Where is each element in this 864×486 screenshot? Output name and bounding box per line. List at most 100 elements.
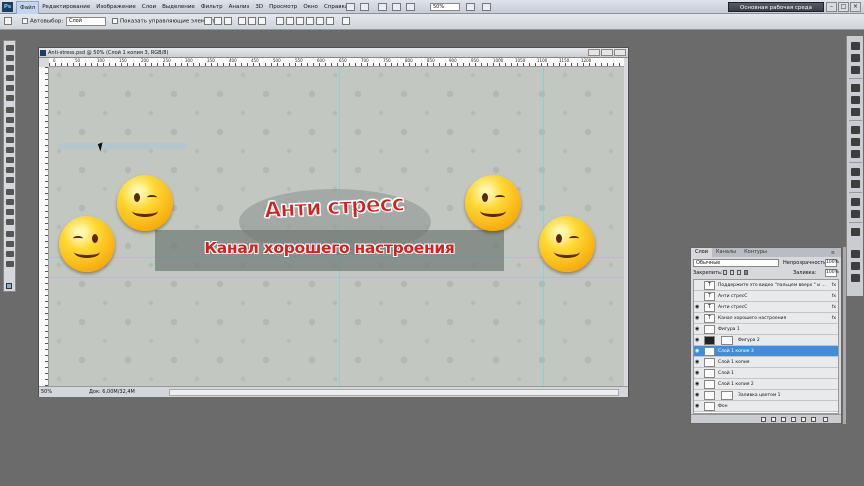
autoselect-dropdown[interactable]: Слой [66,17,106,26]
close-icon[interactable]: × [850,2,861,12]
new-group-icon[interactable] [801,417,806,422]
blur-tool-icon[interactable] [6,167,14,173]
menu-image[interactable]: Изображение [93,0,139,15]
doc-zoom[interactable]: 50% [41,387,52,398]
menu-file[interactable]: Файл [16,1,40,15]
menu-layers[interactable]: Слои [139,0,159,15]
distribute-top-icon[interactable] [276,17,284,25]
layers-scrollbar[interactable] [843,247,846,424]
guide-horizontal[interactable] [49,277,624,278]
eye-icon[interactable] [695,294,701,299]
panel-menu-icon[interactable]: ≡ [827,249,839,258]
masks-panel-icon[interactable] [851,96,860,104]
menu-select[interactable]: Выделение [159,0,198,15]
align-bottom-icon[interactable] [224,17,232,25]
eye-icon[interactable]: ◉ [695,404,701,409]
canvas[interactable]: Анти стресс Канал хорошего настроения [49,67,624,386]
rotate-view-icon[interactable] [406,3,415,11]
layer-row[interactable]: ◉ T Анти стресС fx [694,302,838,313]
blend-mode-dropdown[interactable]: Обычные [693,259,779,267]
align-left-icon[interactable] [238,17,246,25]
new-layer-icon[interactable] [811,417,816,422]
quick-select-tool-icon[interactable] [6,75,14,81]
lock-all-icon[interactable] [744,270,748,275]
distribute-bottom-icon[interactable] [296,17,304,25]
clone-stamp-icon[interactable] [6,127,14,133]
zoom-level[interactable]: 50% [430,3,460,11]
distribute-right-icon[interactable] [326,17,334,25]
menu-edit[interactable]: Редактирование [39,0,93,15]
zoom-tool-icon[interactable] [392,3,401,11]
adjustments-panel-icon[interactable] [851,84,860,92]
workspace-button[interactable]: Основная рабочая среда [728,2,824,12]
tab-paths[interactable]: Контуры [740,248,771,257]
menu-analysis[interactable]: Анализ [226,0,253,15]
layer-row[interactable]: T Поддержите это видео "пальцем вверх " и… [694,280,838,291]
screen-mode-icon[interactable] [482,3,491,11]
history-panel-icon[interactable] [851,108,860,116]
eye-icon[interactable]: ◉ [695,338,701,343]
info-panel-icon[interactable] [851,138,860,146]
shape-tool-icon[interactable] [6,219,14,225]
eye-icon[interactable]: ◉ [695,382,701,387]
menu-view[interactable]: Просмотр [266,0,300,15]
horizontal-ruler[interactable]: 0 50 100 150 200 250 300 350 400 450 500 550 600 650 7… [49,58,624,67]
layer-row[interactable]: ◉ Фон [694,401,838,412]
show-controls-checkbox[interactable] [112,18,118,24]
move-tool-icon[interactable] [6,45,14,51]
distribute-left-icon[interactable] [306,17,314,25]
layer-style-icon[interactable] [771,417,776,422]
clone-source-panel-icon[interactable] [851,210,860,218]
layer-row[interactable]: ◉ T Канал хорошего настроения fx [694,313,838,324]
layer-row[interactable]: T Анти стресС fx [694,291,838,302]
add-mask-icon[interactable] [781,417,786,422]
horizontal-scrollbar[interactable] [169,389,619,396]
fx-icon[interactable]: fx [832,291,836,302]
autoselect-checkbox[interactable] [22,18,28,24]
opacity-input[interactable]: 100% [825,259,839,267]
doc-minimize-icon[interactable] [588,49,600,56]
align-vcenter-icon[interactable] [214,17,222,25]
eyedropper-tool-icon[interactable] [6,95,14,101]
eraser-tool-icon[interactable] [6,147,14,153]
maximize-icon[interactable]: □ [838,2,849,12]
layer-row[interactable]: ◉ Слой 1 копия 3 [694,346,838,357]
hand-icon[interactable] [378,3,387,11]
minibridge-icon[interactable] [360,3,369,11]
menu-window[interactable]: Окно [300,0,321,15]
layer-row[interactable]: ◉ Фигура 1 [694,324,838,335]
doc-maximize-icon[interactable] [601,49,613,56]
bridge-icon[interactable] [346,3,355,11]
lasso-tool-icon[interactable] [6,65,14,71]
minimize-icon[interactable]: – [826,2,837,12]
menu-filter[interactable]: Фильтр [198,0,226,15]
gradient-tool-icon[interactable] [6,157,14,163]
3d-rotate-tool-icon[interactable] [6,231,14,237]
layers-panel-icon[interactable] [851,250,860,258]
align-hcenter-icon[interactable] [248,17,256,25]
styles-panel-icon[interactable] [851,66,860,74]
eye-icon[interactable]: ◉ [695,349,701,354]
distribute-hcenter-icon[interactable] [316,17,324,25]
move-tool-icon[interactable] [4,17,12,25]
paragraph-panel-icon[interactable] [851,180,860,188]
3d-camera-tool-icon[interactable] [6,241,14,247]
color-panel-icon[interactable] [851,42,860,50]
layer-row[interactable]: ◉ Заливка цветом 1 [694,390,838,401]
adjustment-layer-icon[interactable] [791,417,796,422]
distribute-vcenter-icon[interactable] [286,17,294,25]
layer-row[interactable]: ◉ Фигура 2 [694,335,838,346]
eye-icon[interactable]: ◉ [695,371,701,376]
arrange-docs-icon[interactable] [466,3,475,11]
link-layers-icon[interactable] [761,417,766,422]
document-tab[interactable]: Anti-stress.psd @ 50% (Слой 1 копия 3, R… [39,48,628,58]
fx-icon[interactable]: fx [832,280,836,291]
lock-pixels-icon[interactable] [730,270,734,275]
path-select-tool-icon[interactable] [6,209,14,215]
vertical-ruler[interactable] [39,67,49,386]
layer-row[interactable]: ◉ Слой 1 копия [694,357,838,368]
lock-transparency-icon[interactable] [723,270,727,275]
dodge-tool-icon[interactable] [6,177,14,183]
brushes-panel-icon[interactable] [851,198,860,206]
pen-tool-icon[interactable] [6,189,14,195]
